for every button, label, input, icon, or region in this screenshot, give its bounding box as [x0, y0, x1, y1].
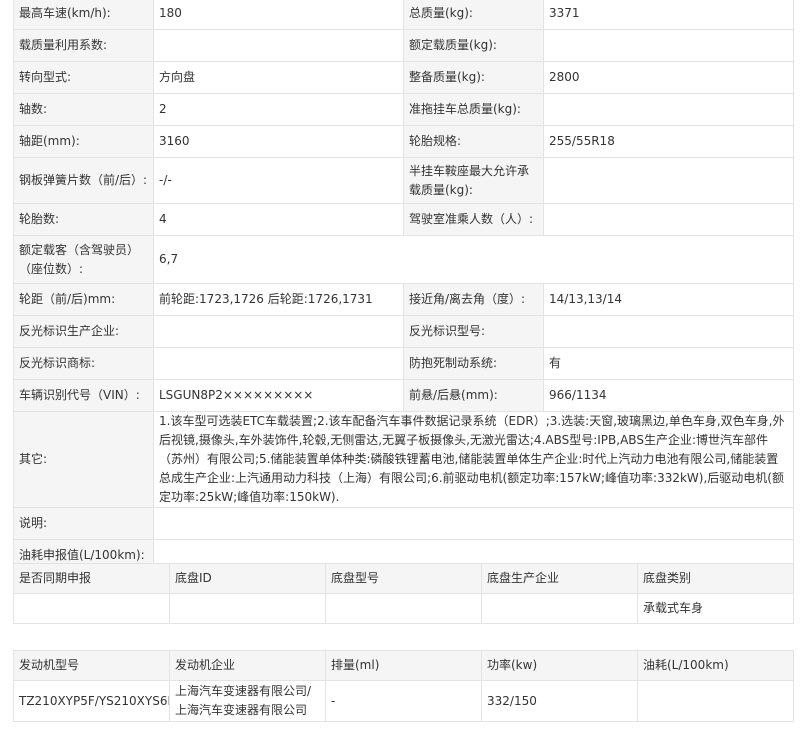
spec-value: 4 — [153, 203, 404, 236]
spec-label: 其它: — [13, 411, 154, 508]
spec-row: 车辆识别代号（VIN）: LSGUN8P2××××××××× 前悬/后悬(mm): 9… — [13, 379, 794, 412]
engine-header-cell: 排量(ml) — [325, 650, 482, 681]
spec-label: 反光标识生产企业: — [13, 315, 154, 348]
spec-label: 载质量利用系数: — [13, 29, 154, 62]
spec-row: 轴距(mm): 3160 轮胎规格: 255/55R18 — [13, 125, 794, 158]
spec-value: 2 — [153, 93, 404, 126]
spec-value: 3160 — [153, 125, 404, 158]
spec-row: 最高车速(km/h): 180 总质量(kg): 3371 — [13, 0, 794, 30]
engine-cell: TZ210XYP5F/YS210XYS6H — [13, 680, 170, 722]
chassis-cell — [481, 593, 638, 624]
spec-value — [543, 315, 794, 348]
spec-row: 转向型式: 方向盘 整备质量(kg): 2800 — [13, 61, 794, 94]
chassis-cell: 承载式车身 — [637, 593, 794, 624]
spec-value — [153, 347, 404, 380]
chassis-header-cell: 是否同期申报 — [13, 563, 170, 594]
spec-value: 14/13,13/14 — [543, 283, 794, 316]
spec-value: 1.该车型可选装ETC车载装置;2.该车配备汽车事件数据记录系统（EDR）;3.… — [153, 411, 794, 508]
spec-label: 接近角/离去角（度）: — [403, 283, 544, 316]
spec-row: 说明: — [13, 507, 794, 540]
spec-value — [543, 157, 794, 204]
spec-label: 半挂车鞍座最大允许承载质量(kg): — [403, 157, 544, 204]
spec-value: 前轮距:1723,1726 后轮距:1726,1731 — [153, 283, 404, 316]
spec-row: 轴数: 2 准拖挂车总质量(kg): — [13, 93, 794, 126]
engine-header-cell: 油耗(L/100km) — [637, 650, 794, 681]
spec-label: 钢板弹簧片数（前/后）: — [13, 157, 154, 204]
spec-label: 车辆识别代号（VIN）: — [13, 379, 154, 412]
chassis-header-cell: 底盘类别 — [637, 563, 794, 594]
spec-label: 轮距（前/后)mm: — [13, 283, 154, 316]
spec-label: 轮胎数: — [13, 203, 154, 236]
spec-label: 反光标识商标: — [13, 347, 154, 380]
spec-label: 防抱死制动系统: — [403, 347, 544, 380]
spec-value: 6,7 — [153, 235, 794, 284]
spec-row: 额定载客（含驾驶员）（座位数）: 6,7 — [13, 235, 794, 284]
spec-value — [153, 507, 794, 540]
engine-cell: - — [325, 680, 482, 722]
spec-label: 说明: — [13, 507, 154, 540]
spec-label: 反光标识型号: — [403, 315, 544, 348]
spec-label: 准拖挂车总质量(kg): — [403, 93, 544, 126]
spec-value — [153, 315, 404, 348]
spec-row: 反光标识商标: 防抱死制动系统: 有 — [13, 347, 794, 380]
spec-value: 3371 — [543, 0, 794, 30]
spec-row: 钢板弹簧片数（前/后）: -/- 半挂车鞍座最大允许承载质量(kg): — [13, 157, 794, 204]
spec-value: -/- — [153, 157, 404, 204]
spec-value: 2800 — [543, 61, 794, 94]
spec-value: 有 — [543, 347, 794, 380]
spec-value: 255/55R18 — [543, 125, 794, 158]
spec-row: 其它: 1.该车型可选装ETC车载装置;2.该车配备汽车事件数据记录系统（EDR）… — [13, 411, 794, 508]
spec-value — [543, 29, 794, 62]
engine-header-cell: 功率(kw) — [481, 650, 638, 681]
spec-label: 额定载客（含驾驶员）（座位数）: — [13, 235, 154, 284]
spec-label: 总质量(kg): — [403, 0, 544, 30]
chassis-cell — [325, 593, 482, 624]
spec-label: 最高车速(km/h): — [13, 0, 154, 30]
spec-value: LSGUN8P2××××××××× — [153, 379, 404, 412]
spec-value — [543, 203, 794, 236]
spec-table: 最高车速(km/h): 180 总质量(kg): 3371 载质量利用系数: 额定载质量(… — [13, 0, 794, 572]
spec-value — [153, 29, 404, 62]
chassis-row: 承载式车身 — [13, 593, 794, 624]
spec-value — [543, 93, 794, 126]
chassis-header-cell: 底盘型号 — [325, 563, 482, 594]
engine-cell — [637, 680, 794, 722]
engine-header-cell: 发动机型号 — [13, 650, 170, 681]
engine-table: 发动机型号 发动机企业 排量(ml) 功率(kw) 油耗(L/100km) TZ210XY… — [13, 650, 794, 722]
spec-value: 方向盘 — [153, 61, 404, 94]
chassis-table: 是否同期申报 底盘ID 底盘型号 底盘生产企业 底盘类别 承载式车身 — [13, 563, 794, 624]
spec-label: 转向型式: — [13, 61, 154, 94]
spec-row: 反光标识生产企业: 反光标识型号: — [13, 315, 794, 348]
chassis-header-cell: 底盘生产企业 — [481, 563, 638, 594]
spec-row: 载质量利用系数: 额定载质量(kg): — [13, 29, 794, 62]
chassis-header-row: 是否同期申报 底盘ID 底盘型号 底盘生产企业 底盘类别 — [13, 563, 794, 594]
spec-row: 轮距（前/后)mm: 前轮距:1723,1726 后轮距:1726,1731 接近角… — [13, 283, 794, 316]
spec-label: 前悬/后悬(mm): — [403, 379, 544, 412]
engine-row: TZ210XYP5F/YS210XYS6H 上海汽车变速器有限公司/上海汽车变速器… — [13, 680, 794, 722]
engine-header-cell: 发动机企业 — [169, 650, 326, 681]
spec-label: 额定载质量(kg): — [403, 29, 544, 62]
spec-value: 966/1134 — [543, 379, 794, 412]
engine-header-row: 发动机型号 发动机企业 排量(ml) 功率(kw) 油耗(L/100km) — [13, 650, 794, 681]
chassis-cell — [13, 593, 170, 624]
spec-label: 轮胎规格: — [403, 125, 544, 158]
spec-label: 轴距(mm): — [13, 125, 154, 158]
spec-row: 轮胎数: 4 驾驶室准乘人数（人）: — [13, 203, 794, 236]
engine-cell: 上海汽车变速器有限公司/上海汽车变速器有限公司 — [169, 680, 326, 722]
spec-value: 180 — [153, 0, 404, 30]
chassis-header-cell: 底盘ID — [169, 563, 326, 594]
spec-label: 轴数: — [13, 93, 154, 126]
spec-label: 驾驶室准乘人数（人）: — [403, 203, 544, 236]
engine-cell: 332/150 — [481, 680, 638, 722]
spec-label: 整备质量(kg): — [403, 61, 544, 94]
chassis-cell — [169, 593, 326, 624]
